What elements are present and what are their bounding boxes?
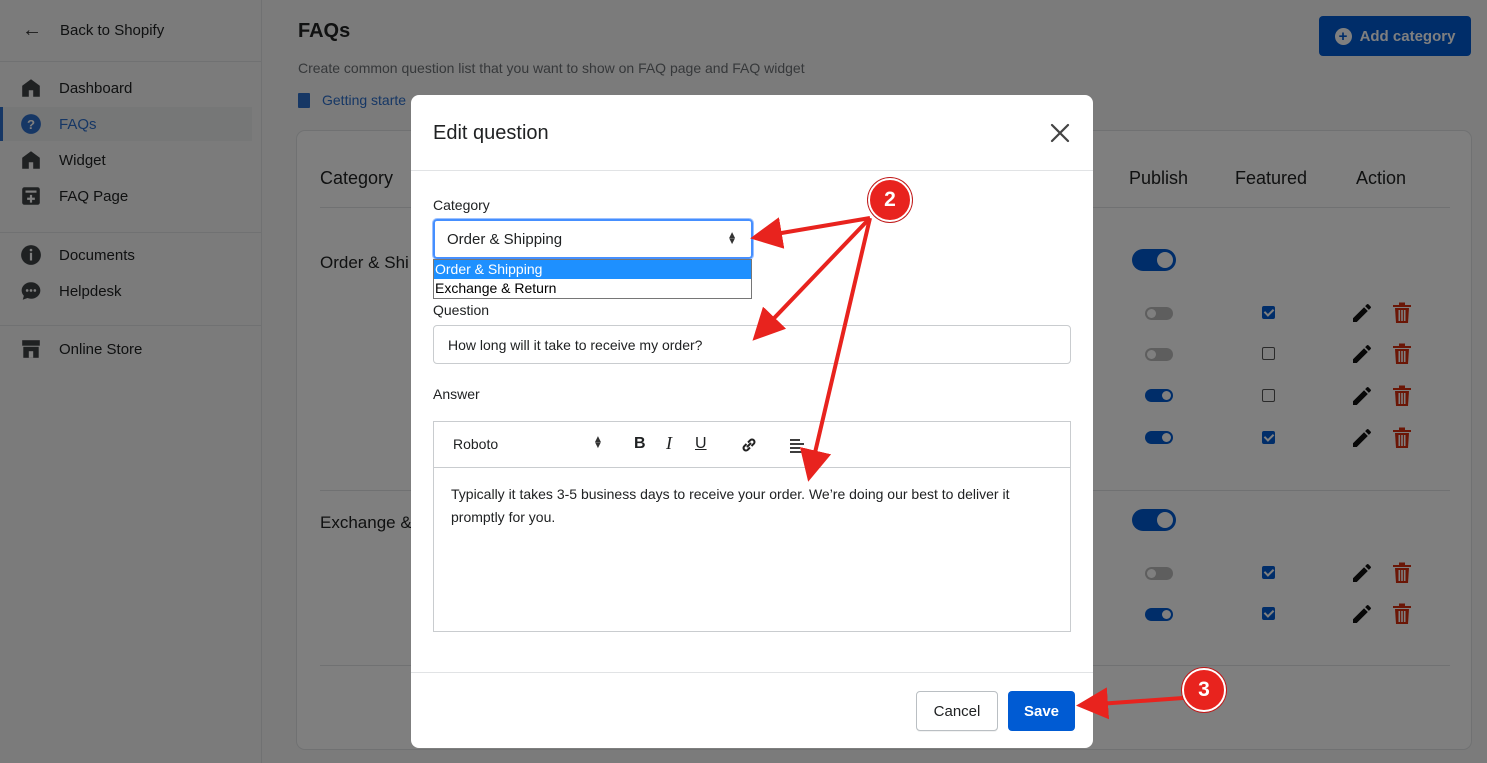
step-2-arrows [750,216,872,482]
step-3-badge: 3 [1182,668,1226,712]
annotation-arrows [750,216,1184,720]
step-2-badge: 2 [868,178,912,222]
step-3-arrow [1076,687,1184,720]
